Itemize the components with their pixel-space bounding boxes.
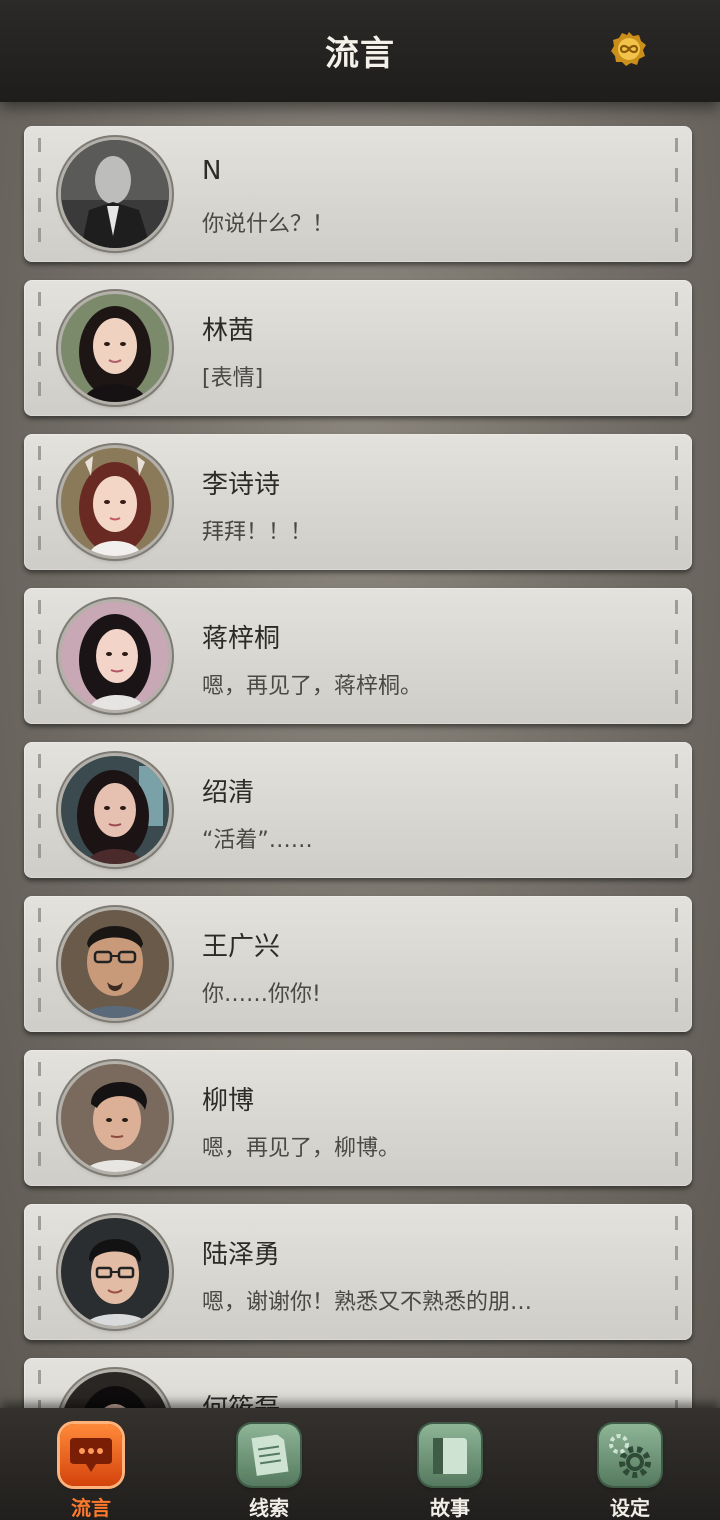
last-message: 嗯，谢谢你！熟悉又不熟悉的朋… xyxy=(202,1290,533,1315)
conversation-item-linqian[interactable]: 林茜 [表情] xyxy=(24,280,692,416)
top-bar: 流言 xyxy=(0,0,720,102)
contact-name: 陆泽勇 xyxy=(202,1240,281,1270)
gear-icon xyxy=(599,1424,661,1486)
avatar xyxy=(61,1064,169,1172)
avatar xyxy=(61,910,169,1018)
tab-label: 流言 xyxy=(71,1496,111,1520)
tab-label: 线索 xyxy=(249,1496,289,1520)
contact-name: N xyxy=(202,156,222,186)
last-message: 拜拜！！！ xyxy=(202,520,313,545)
contact-name: 蒋梓桐 xyxy=(202,624,281,654)
tab-settings[interactable]: 设定 xyxy=(590,1424,670,1520)
avatar xyxy=(61,294,169,402)
contact-name: 林茜 xyxy=(202,316,255,346)
last-message: 你说什么？！ xyxy=(202,212,335,237)
contact-name: 绍清 xyxy=(202,778,255,808)
tab-label: 故事 xyxy=(430,1496,470,1520)
bottom-tab-bar: 流言 线索 故事 设定 xyxy=(0,1408,720,1520)
avatar xyxy=(61,1218,169,1326)
contact-name: 李诗诗 xyxy=(202,470,281,500)
conversation-item-lishishi[interactable]: 李诗诗 拜拜！！！ xyxy=(24,434,692,570)
avatar xyxy=(61,756,169,864)
conversation-item-shaoqing[interactable]: 绍清 “活着”…… xyxy=(24,742,692,878)
conversation-item-jiangzitong[interactable]: 蒋梓桐 嗯，再见了，蒋梓桐。 xyxy=(24,588,692,724)
tab-clues[interactable]: 线索 xyxy=(229,1424,309,1520)
conversation-item-liubo[interactable]: 柳博 嗯，再见了，柳博。 xyxy=(24,1050,692,1186)
app-screen: 流言 N 你说什么？！ 林茜 [表情] 李诗诗 拜拜！！！ 蒋梓桐 嗯，再见了，… xyxy=(0,0,720,1520)
book-icon xyxy=(419,1424,481,1486)
conversation-item-n[interactable]: N 你说什么？！ xyxy=(24,126,692,262)
avatar xyxy=(61,602,169,710)
contact-name: 王广兴 xyxy=(202,932,281,962)
contact-name: 柳博 xyxy=(202,1086,255,1116)
conversation-item-luzeyong[interactable]: 陆泽勇 嗯，谢谢你！熟悉又不熟悉的朋… xyxy=(24,1204,692,1340)
conversation-list[interactable]: N 你说什么？！ 林茜 [表情] 李诗诗 拜拜！！！ 蒋梓桐 嗯，再见了，蒋梓桐… xyxy=(24,126,694,1512)
avatar xyxy=(61,140,169,248)
conversation-item-wangguangxing[interactable]: 王广兴 你……你你! xyxy=(24,896,692,1032)
tab-label: 设定 xyxy=(610,1496,650,1520)
last-message: 嗯，再见了，蒋梓桐。 xyxy=(202,674,423,699)
last-message: “活着”…… xyxy=(202,828,313,853)
chat-bubble-icon xyxy=(60,1424,122,1486)
last-message: 你……你你! xyxy=(202,982,321,1007)
last-message: [表情] xyxy=(202,366,264,391)
avatar xyxy=(61,448,169,556)
last-message: 嗯，再见了，柳博。 xyxy=(202,1136,401,1161)
tab-rumors[interactable]: 流言 xyxy=(51,1424,131,1520)
notes-icon xyxy=(238,1424,300,1486)
tab-story[interactable]: 故事 xyxy=(410,1424,490,1520)
infinity-coin-icon[interactable] xyxy=(611,31,647,67)
